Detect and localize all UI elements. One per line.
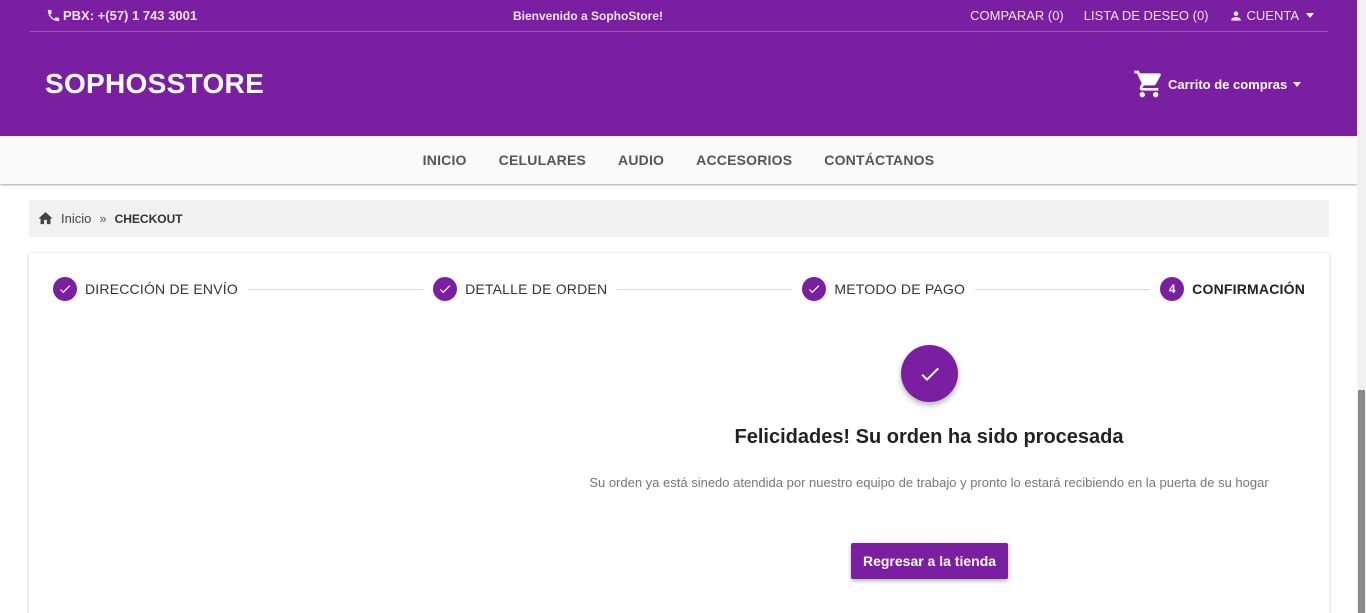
scrollbar-thumb[interactable] (1358, 390, 1365, 613)
cart-menu[interactable]: Carrito de compras (1132, 68, 1302, 100)
checkout-stepper: DIRECCIÓN DE ENVÍO DETALLE DE ORDEN METO… (53, 277, 1305, 301)
check-icon (809, 285, 820, 294)
nav-item-accesorios[interactable]: ACCESORIOS (696, 152, 792, 168)
breadcrumb: Inicio » CHECKOUT (29, 200, 1329, 237)
step-label: DIRECCIÓN DE ENVÍO (85, 281, 238, 297)
step-complete-indicator (53, 277, 77, 301)
step-shipping-address[interactable]: DIRECCIÓN DE ENVÍO (53, 277, 238, 301)
brand-logo[interactable]: SOPHOSSTORE (45, 68, 264, 100)
page-scrollbar[interactable] (1357, 0, 1366, 613)
return-to-store-button[interactable]: Regresar a la tienda (851, 543, 1008, 579)
step-label: METODO DE PAGO (834, 281, 966, 297)
phone-contact: PBX: +(57) 1 743 3001 (46, 8, 197, 23)
phone-text: PBX: +(57) 1 743 3001 (63, 8, 198, 23)
checkout-card: DIRECCIÓN DE ENVÍO DETALLE DE ORDEN METO… (29, 253, 1329, 613)
nav-item-audio[interactable]: AUDIO (618, 152, 664, 168)
step-confirmation[interactable]: 4 CONFIRMACIÓN (1160, 277, 1305, 301)
home-icon[interactable] (37, 210, 54, 227)
success-badge (901, 345, 958, 402)
breadcrumb-separator: » (99, 211, 107, 226)
step-connector (617, 288, 793, 290)
step-number-indicator: 4 (1160, 277, 1185, 301)
breadcrumb-home-link[interactable]: Inicio (61, 211, 91, 226)
user-icon (1230, 10, 1241, 21)
welcome-message: Bienvenido a SophoStore! (513, 9, 664, 23)
compare-link[interactable]: COMPARAR (0) (970, 8, 1064, 23)
wishlist-link[interactable]: LISTA DE DESEO (0) (1084, 8, 1209, 23)
nav-item-inicio[interactable]: INICIO (423, 152, 467, 168)
confirmation-title: Felicidades! Su orden ha sido procesada (734, 426, 1124, 448)
nav-item-contactanos[interactable]: CONTÁCTANOS (824, 152, 934, 168)
top-bar: PBX: +(57) 1 743 3001 Bienvenido a Sopho… (30, 0, 1328, 32)
main-navigation: INICIO CELULARES AUDIO ACCESORIOS CONTÁC… (0, 136, 1357, 184)
check-icon (59, 285, 71, 294)
step-connector (975, 288, 1151, 290)
check-icon (440, 285, 451, 294)
top-links: COMPARAR (0) LISTA DE DESEO (0) CUENTA (970, 8, 1314, 23)
step-label: DETALLE DE ORDEN (465, 281, 608, 297)
step-order-detail[interactable]: DETALLE DE ORDEN (433, 277, 607, 301)
cart-label: Carrito de compras (1168, 76, 1288, 92)
step-complete-indicator (802, 277, 827, 301)
phone-icon (47, 9, 60, 22)
account-menu[interactable]: CUENTA (1229, 8, 1314, 23)
chevron-down-icon (1306, 13, 1314, 18)
step-connector (247, 288, 424, 290)
confirmation-message: Su orden ya está sinedo atendida por nue… (589, 475, 1269, 490)
check-icon (920, 367, 939, 381)
step-complete-indicator (433, 277, 458, 301)
nav-item-celulares[interactable]: CELULARES (499, 152, 586, 168)
breadcrumb-current: CHECKOUT (114, 211, 183, 226)
step-payment-method[interactable]: METODO DE PAGO (802, 277, 965, 301)
step-label: CONFIRMACIÓN (1192, 281, 1306, 297)
account-label: CUENTA (1246, 8, 1299, 23)
chevron-down-icon (1293, 81, 1302, 87)
shopping-cart-icon (1134, 70, 1161, 98)
